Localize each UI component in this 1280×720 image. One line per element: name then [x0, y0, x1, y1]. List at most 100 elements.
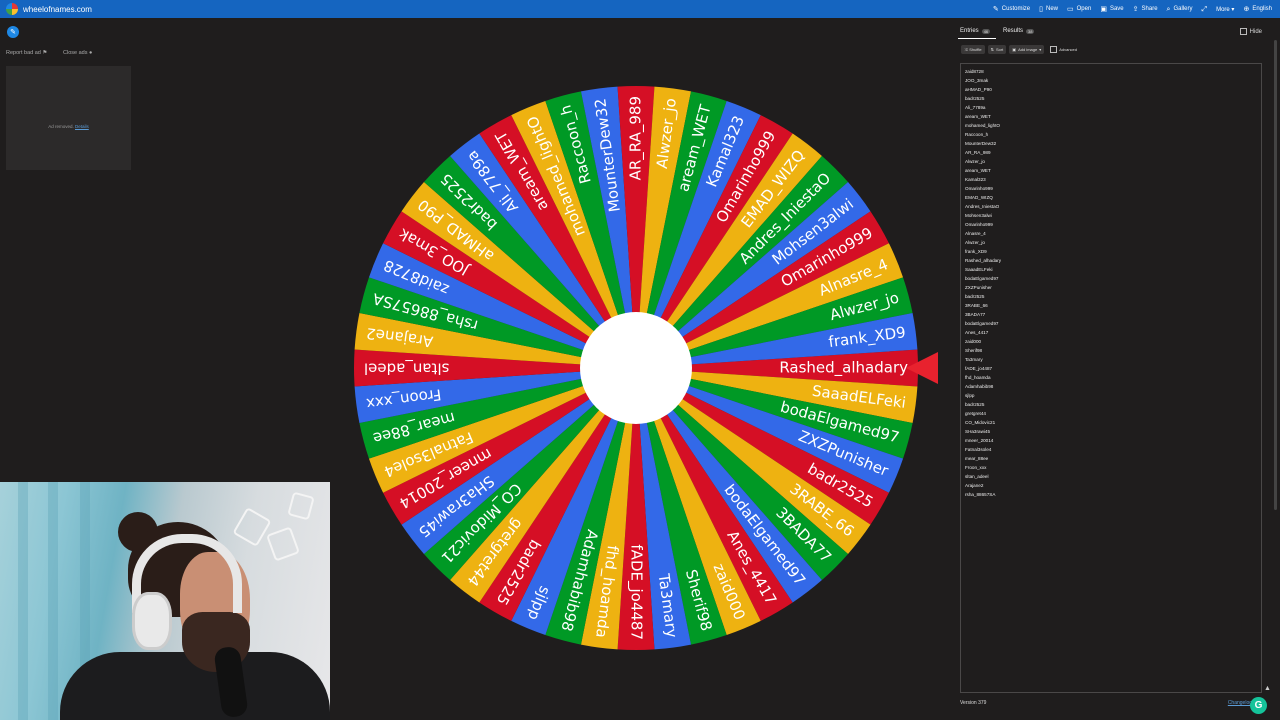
advanced-toggle[interactable]: Advanced [1050, 46, 1077, 53]
wheel-slice[interactable] [636, 182, 871, 368]
wheel-slice[interactable] [545, 368, 636, 645]
wheel-slice[interactable] [636, 368, 889, 525]
wheel-slice-label: Alnasre_4 [816, 255, 891, 301]
add-image-button[interactable]: ▣ Add image ▾ [1009, 45, 1045, 54]
wheel-slice-label: zaid8728 [381, 256, 452, 299]
wheel-slice[interactable] [636, 368, 913, 459]
menu-save[interactable]: ▣ Save [1100, 6, 1123, 13]
wheel-slice[interactable] [401, 182, 636, 368]
wheel-slice[interactable] [636, 91, 727, 369]
wheel-slice[interactable] [636, 86, 692, 368]
wheel-slice-label: EMAD_WIZQ [737, 146, 809, 231]
wheel-slice[interactable] [636, 368, 692, 650]
grammarly-icon[interactable]: G [1250, 697, 1267, 714]
wheel-slice[interactable] [636, 368, 822, 603]
menu-english[interactable]: ⊕ English [1243, 6, 1272, 13]
wheel-slice[interactable] [636, 100, 761, 368]
wheel-slice[interactable] [636, 211, 889, 368]
wheel-slice[interactable] [636, 368, 918, 424]
wheel-slice[interactable] [636, 368, 793, 621]
sort-button[interactable]: ⇅ Sort [987, 45, 1007, 54]
shuffle-button[interactable]: ⤨ Shuffle [961, 45, 985, 54]
list-item: mohamed_lightO [965, 123, 1000, 128]
wheel-slice[interactable] [636, 368, 904, 493]
wheel-center-button[interactable] [580, 312, 692, 424]
wheel-slice[interactable] [545, 91, 636, 369]
logo-icon[interactable] [6, 3, 18, 15]
menu-new[interactable]: ▯ New [1039, 6, 1058, 13]
hide-checkbox[interactable] [1239, 28, 1247, 35]
wheel-slice[interactable] [636, 349, 919, 387]
menu-customize[interactable]: ✎ Customize [993, 6, 1030, 13]
wheel-slice[interactable] [354, 312, 636, 368]
edit-icon[interactable]: ✎ [7, 26, 19, 38]
menu-label: More ▾ [1216, 6, 1235, 13]
ad-details-link[interactable]: Details [75, 124, 89, 129]
wheel-slice[interactable] [617, 368, 655, 651]
list-item: Kamal323 [965, 177, 986, 182]
wheel-slice[interactable] [636, 368, 761, 636]
wheel-slice[interactable] [353, 349, 636, 387]
wheel-slice-label: Alwzer_jo [828, 288, 901, 325]
wheel-slice-label: Anes_4417 [723, 527, 781, 608]
site-name[interactable]: wheelofnames.com [23, 5, 92, 14]
list-item: fhd_hoamda [965, 375, 991, 380]
menu-more[interactable]: More ▾ [1216, 6, 1234, 13]
wheel-slice[interactable] [580, 86, 636, 368]
wheel-slice[interactable] [423, 155, 636, 368]
top-bar: wheelofnames.com ✎ Customize ▯ New ▭ Open ▣ Sav… [0, 0, 1280, 18]
wheel-slice[interactable] [359, 277, 636, 368]
list-item: zaid000 [965, 339, 982, 344]
wheel-slice[interactable] [450, 368, 636, 603]
wheel-slice-label: badr2525 [493, 536, 545, 608]
wheel-slice[interactable] [383, 368, 636, 525]
wheel-slice[interactable] [636, 312, 918, 368]
menu-gallery[interactable]: ⌕ Gallery [1167, 6, 1193, 13]
wheel-slice-label: rsha_88657SA [370, 288, 480, 334]
wall-decor [265, 526, 301, 562]
wheel-slice[interactable] [368, 243, 636, 368]
wheel-slice[interactable] [479, 368, 636, 621]
wheel-slice[interactable] [423, 368, 636, 581]
changelog-link[interactable]: Changelog [1228, 700, 1252, 706]
menu-fullscreen[interactable]: ⤢ [1201, 6, 1207, 13]
entries-count-badge: 46 [981, 28, 991, 34]
tab-results[interactable]: Results 38 [1003, 28, 1035, 34]
wheel-slice[interactable] [580, 368, 636, 650]
menu-label: Customize [1001, 6, 1031, 12]
wheel-slice[interactable] [636, 243, 904, 368]
wheel-slice[interactable] [450, 133, 636, 368]
wheel-slice[interactable] [636, 368, 871, 554]
wheel-slice[interactable] [354, 368, 636, 424]
wheel-slice[interactable] [511, 100, 636, 368]
wheel-slice[interactable] [617, 85, 655, 368]
report-ad-link[interactable]: Report bad ad ⚑ [6, 50, 47, 56]
wheel-slice[interactable] [368, 368, 636, 493]
wheel-slice[interactable] [636, 155, 849, 368]
menu-open[interactable]: ▭ Open [1067, 6, 1091, 13]
wheel-slice-label: SHa3rawi45 [415, 472, 498, 541]
tab-entries[interactable]: Entries 46 [960, 28, 991, 34]
wheel-slice-label: Adamhabib98 [557, 528, 601, 633]
wheel-slice[interactable] [383, 211, 636, 368]
list-item: fADE_jo4487 [965, 366, 993, 371]
sort-icon: ⇅ [990, 47, 994, 52]
menu-share[interactable]: ⇪ Share [1133, 6, 1158, 13]
close-ads-link[interactable]: Close ads ● [63, 50, 92, 56]
scroll-down-icon[interactable]: ▲ [1264, 685, 1271, 692]
wheel-slice[interactable] [479, 115, 636, 368]
wheel-slice[interactable] [636, 368, 849, 581]
wheel-slice[interactable] [636, 368, 727, 645]
tab-entries-label: Entries [960, 28, 979, 34]
scrollbar[interactable] [1274, 40, 1277, 510]
wheel-slice[interactable] [636, 277, 913, 368]
wheel-slice[interactable] [636, 115, 793, 368]
hide-toggle[interactable]: Hide [1239, 28, 1262, 35]
wheel-slice[interactable] [401, 368, 636, 554]
wheel-slice[interactable] [636, 133, 822, 368]
entries-textarea[interactable]: zaid8728 JOO_3mak aHMAD_P90 badr2525 Ali_778… [960, 63, 1262, 693]
advanced-checkbox[interactable] [1050, 46, 1058, 53]
wheel-slice[interactable] [359, 368, 636, 459]
wheel-slice-label: Ta3mary [655, 572, 681, 639]
wheel-slice[interactable] [511, 368, 636, 636]
